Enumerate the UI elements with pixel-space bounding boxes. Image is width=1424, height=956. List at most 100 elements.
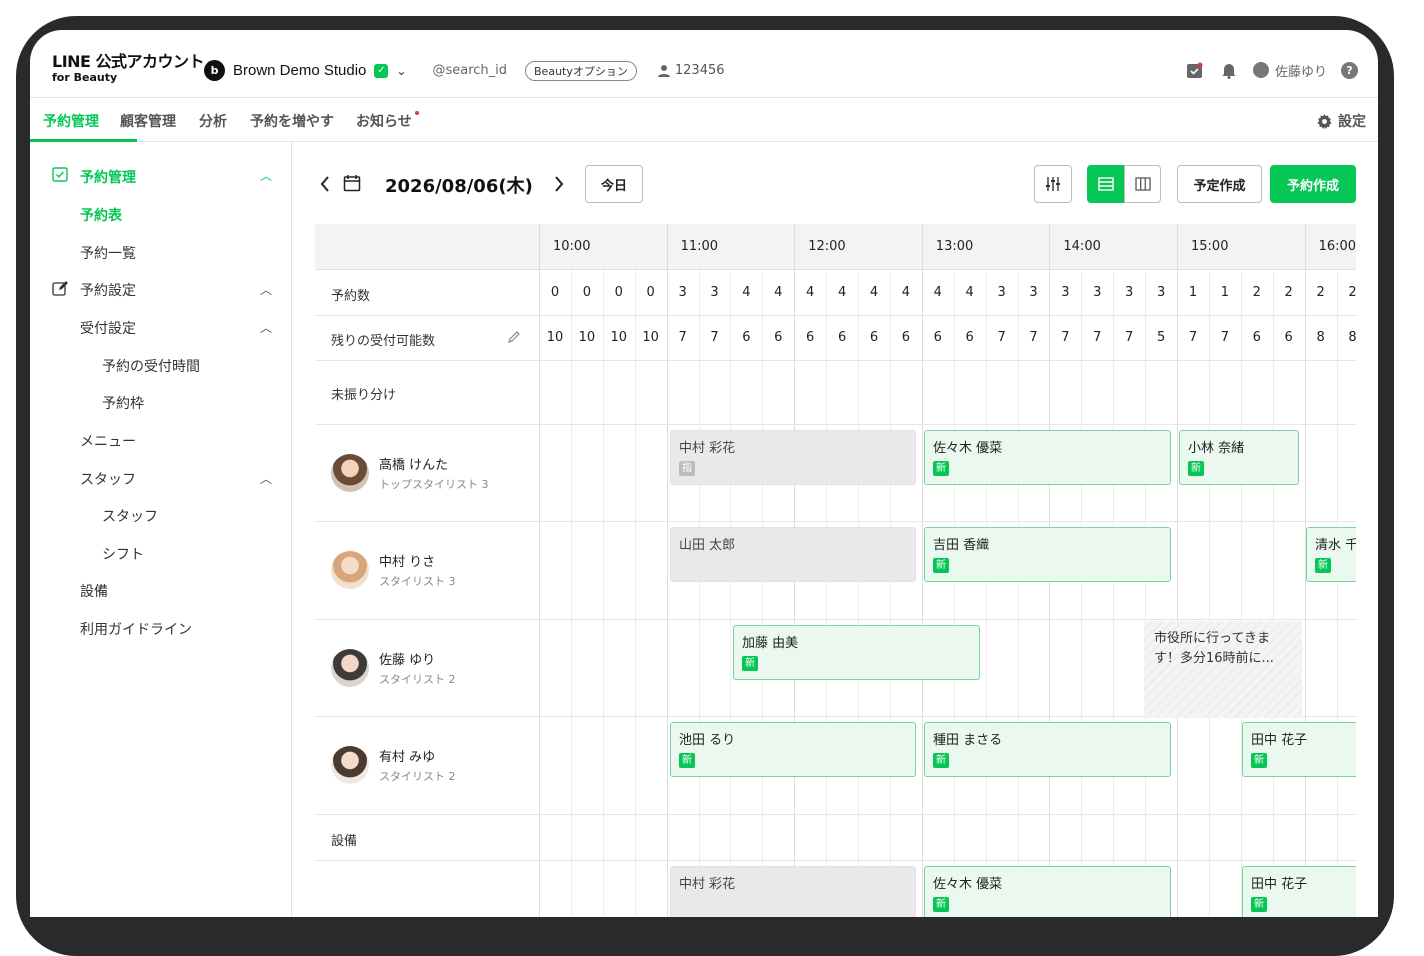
remaining-cell: 6 — [742, 330, 751, 345]
pencil-icon[interactable] — [507, 330, 521, 344]
user-menu[interactable]: 佐藤ゆり — [1252, 61, 1327, 80]
schedule-note[interactable]: 市役所に行ってきます！多分16時前に... — [1144, 621, 1302, 718]
appointment-block[interactable]: 中村 彩花 — [670, 866, 916, 917]
time-label: 14:00 — [1063, 239, 1101, 254]
sidebar-item-reception-hours[interactable]: 予約の受付時間 — [102, 356, 200, 376]
nav-reservation[interactable]: 予約管理 — [43, 111, 99, 131]
sidebar-item-list[interactable]: 予約一覧 — [80, 243, 136, 263]
remaining-cell: 7 — [1061, 330, 1070, 345]
appointment-block[interactable]: 池田 るり 新 — [670, 722, 916, 777]
reservation-count-cell: 4 — [774, 285, 783, 300]
filter-button[interactable] — [1034, 165, 1072, 203]
grid-column-line — [730, 270, 732, 917]
grid-column-line — [1272, 270, 1274, 917]
brand-logo[interactable]: LINE 公式アカウント for Beauty — [52, 54, 205, 84]
reservation-count-cell: 4 — [837, 285, 847, 300]
appointment-block[interactable]: 田中 花子 新 — [1242, 866, 1356, 917]
appointment-block[interactable]: 小林 奈緒 新 — [1179, 430, 1299, 485]
bell-icon[interactable] — [1219, 60, 1239, 80]
sidebar-item-schedule[interactable]: 予約表 — [80, 205, 122, 225]
nav-news[interactable]: お知らせ — [356, 111, 412, 131]
reservation-count-cell: 0 — [614, 285, 623, 300]
new-tag: 新 — [1188, 461, 1204, 476]
sidebar-item-menu[interactable]: メニュー — [80, 431, 136, 451]
time-label: 10:00 — [553, 239, 591, 254]
appointment-name: 種田 まさる — [933, 733, 1003, 748]
remaining-cell: 7 — [1125, 330, 1134, 345]
plan-create-button[interactable]: 予定作成 — [1177, 165, 1262, 203]
appointment-block[interactable]: 吉田 香織 新 — [924, 527, 1171, 582]
sidebar-item-slots[interactable]: 予約枠 — [102, 393, 144, 413]
chevron-up-icon[interactable]: ︿ — [260, 281, 272, 298]
appointment-block[interactable]: 山田 太郎 — [670, 527, 916, 582]
appointment-block[interactable]: 佐々木 優菜 新 — [924, 430, 1171, 485]
remaining-cell: 7 — [997, 330, 1006, 345]
appointment-block[interactable]: 加藤 由美 新 — [733, 625, 980, 680]
sidebar-item-guideline[interactable]: 利用ガイドライン — [80, 619, 192, 639]
staff-row[interactable]: 佐藤 ゆり スタイリスト 2 — [331, 649, 456, 687]
staff-row[interactable]: 高橋 けんた トップスタイリスト 3 — [331, 454, 489, 492]
calendar-check-icon[interactable] — [1185, 60, 1205, 80]
reservation-count-cell: 4 — [869, 285, 879, 300]
reservation-count-cell: 2 — [1348, 285, 1356, 300]
appointment-block[interactable]: 種田 まさる 新 — [924, 722, 1171, 777]
avatar — [331, 746, 369, 784]
reservation-count-cell: 4 — [933, 285, 942, 300]
appointment-name: 田中 花子 — [1251, 733, 1308, 748]
remaining-cell: 6 — [901, 330, 911, 345]
sidebar-item-reservation[interactable]: 予約管理 — [80, 167, 136, 187]
row-divider — [315, 814, 1356, 815]
staff-row[interactable]: 有村 みゆ スタイリスト 2 — [331, 746, 456, 784]
remaining-cell: 6 — [774, 330, 783, 345]
chevron-up-icon[interactable]: ︿ — [260, 470, 272, 487]
time-label: 11:00 — [680, 239, 719, 254]
equipment-label: 設備 — [331, 834, 358, 849]
appointment-block[interactable]: 中村 彩花 指 — [670, 430, 916, 485]
appointment-block[interactable]: 清水 千 新 — [1306, 527, 1356, 582]
remaining-label: 残りの受付可能数 — [331, 334, 436, 349]
appointment-name: 中村 彩花 — [679, 877, 736, 892]
time-label: 12:00 — [808, 239, 846, 254]
beauty-option-badge: Beautyオプション — [525, 60, 637, 81]
grid-column-line — [889, 270, 891, 917]
today-button[interactable]: 今日 — [585, 165, 643, 203]
calendar-check-icon — [52, 167, 68, 182]
view-column-toggle[interactable] — [1124, 165, 1161, 203]
list-view-icon — [1098, 177, 1114, 191]
time-label: 15:00 — [1191, 239, 1229, 254]
chevron-right-icon[interactable] — [553, 175, 565, 193]
chevron-left-icon[interactable] — [319, 175, 331, 193]
appointment-name: 佐々木 優菜 — [933, 877, 1003, 892]
nav-increase[interactable]: 予約を増やす — [250, 111, 334, 131]
chevron-up-icon[interactable]: ︿ — [260, 167, 272, 184]
appointment-block[interactable]: 田中 花子 新 — [1242, 722, 1356, 777]
reservation-create-button[interactable]: 予約作成 — [1270, 165, 1356, 203]
help-icon[interactable]: ? — [1341, 61, 1358, 79]
row-divider — [315, 860, 1356, 861]
search-id: @search_id — [432, 63, 508, 78]
reservation-count-cell: 3 — [1061, 285, 1070, 300]
nav-analytics[interactable]: 分析 — [199, 111, 227, 131]
appointment-block[interactable]: 佐々木 優菜 新 — [924, 866, 1171, 917]
staff-role: トップスタイリスト 3 — [379, 478, 489, 491]
reservation-count-cell: 3 — [710, 285, 719, 300]
staff-name: 高橋 けんた — [379, 458, 449, 473]
sidebar-item-staff[interactable]: スタッフ — [102, 506, 158, 526]
settings-link[interactable]: 設定 — [1317, 111, 1366, 131]
sidebar-item-shift[interactable]: シフト — [102, 544, 144, 564]
nav-customers[interactable]: 顧客管理 — [120, 111, 176, 131]
view-list-toggle[interactable] — [1087, 165, 1125, 203]
sidebar-item-settings[interactable]: 予約設定 — [80, 280, 136, 300]
chevron-up-icon[interactable]: ︿ — [260, 319, 272, 336]
account-switcher[interactable]: b Brown Demo Studio ✓ ⌄ @search_id Beaut… — [204, 60, 725, 81]
sidebar-item-staff-group[interactable]: スタッフ — [80, 469, 136, 489]
chevron-down-icon[interactable]: ⌄ — [396, 64, 406, 78]
avatar — [331, 551, 369, 589]
calendar-icon[interactable] — [343, 174, 361, 192]
remaining-cell: 6 — [1284, 330, 1293, 345]
grid-column-line — [858, 270, 859, 917]
staff-row[interactable]: 中村 りさ スタイリスト 3 — [331, 551, 456, 589]
sidebar-item-reception[interactable]: 受付設定 — [80, 318, 136, 338]
sidebar-item-equipment[interactable]: 設備 — [80, 581, 108, 601]
news-dot — [415, 111, 419, 115]
